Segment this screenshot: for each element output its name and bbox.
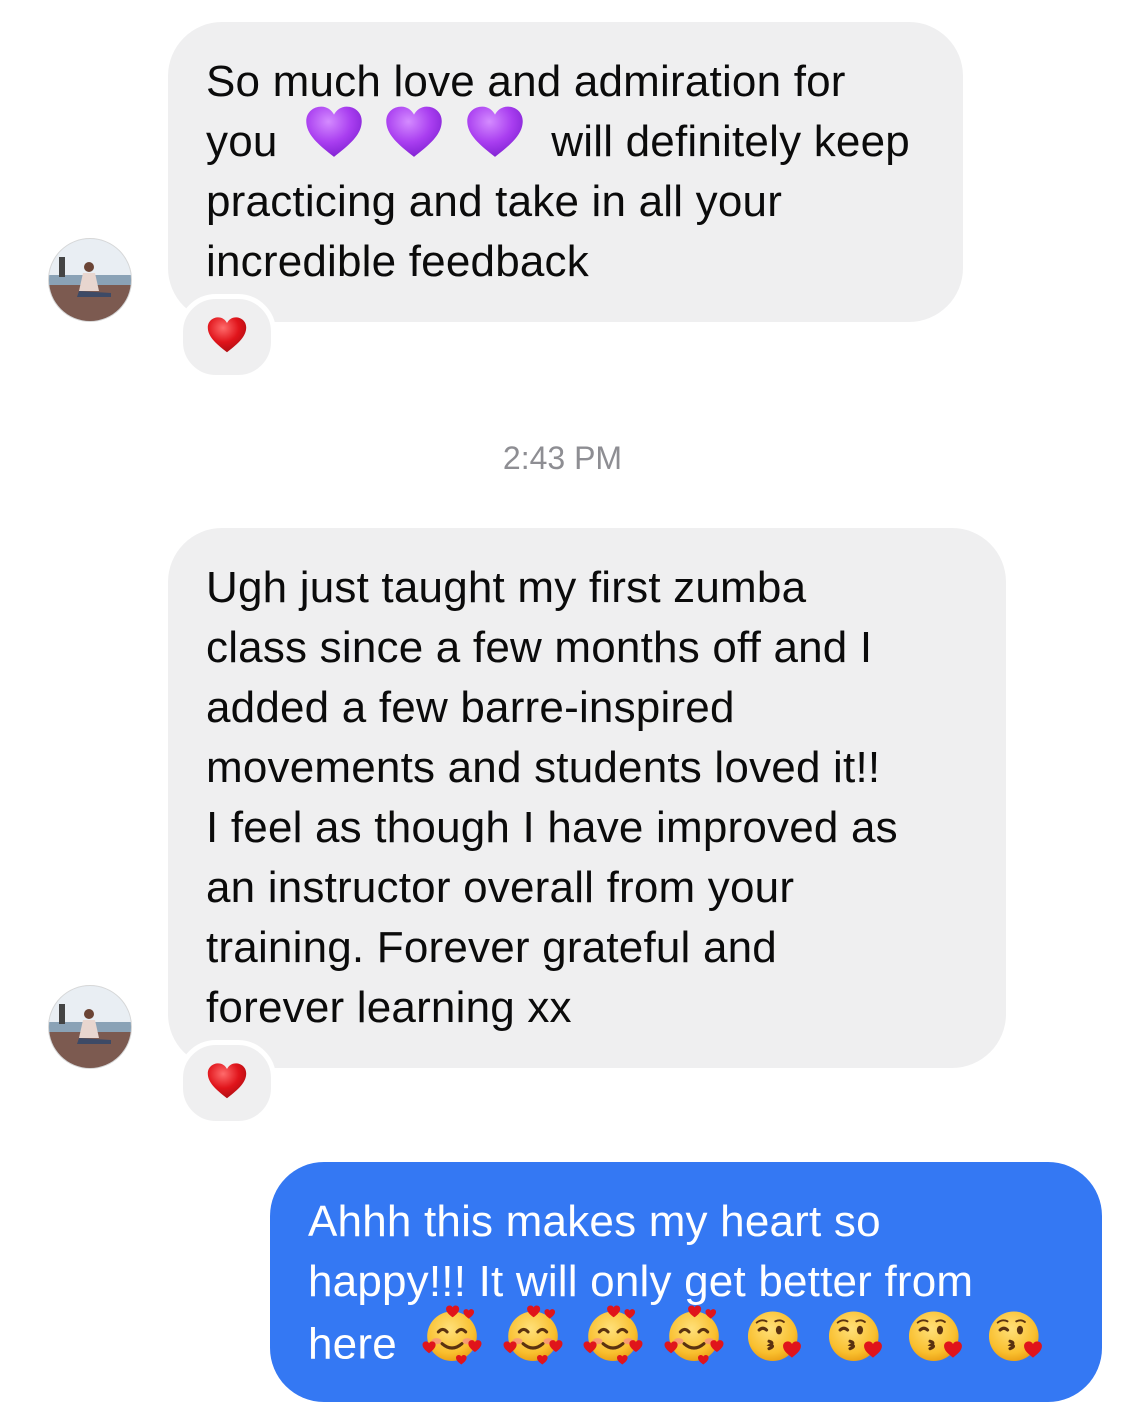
- smiling-face-with-hearts-icon: [421, 1304, 483, 1382]
- purple-heart-icon: [304, 106, 364, 174]
- contact-avatar[interactable]: [48, 238, 132, 322]
- message-line: Ahhh this makes my heart so: [308, 1197, 881, 1246]
- kissing-face-blowing-kiss-icon: [743, 1304, 805, 1382]
- avatar-photo: [49, 986, 131, 1068]
- message-line: forever learning xx: [206, 983, 572, 1032]
- message-word: you: [206, 117, 278, 166]
- message-line: happy!!! It will only get better from: [308, 1257, 974, 1306]
- contact-avatar[interactable]: [48, 985, 132, 1069]
- message-line: class since a few months off and I: [206, 623, 873, 672]
- red-heart-icon: [207, 1063, 247, 1104]
- smiling-face-with-hearts-icon: [582, 1304, 644, 1382]
- kissing-face-blowing-kiss-icon: [824, 1304, 886, 1382]
- smiling-face-with-hearts-icon: [502, 1304, 564, 1382]
- incoming-message-bubble[interactable]: So much love and admiration for you will…: [168, 22, 963, 322]
- message-line-with-emojis: here: [308, 1312, 1064, 1372]
- avatar-photo: [49, 239, 131, 321]
- message-line-with-emojis: you will definitely keep: [206, 112, 925, 172]
- purple-heart-icon: [384, 106, 444, 174]
- message-line: added a few barre-inspired: [206, 683, 735, 732]
- purple-heart-icon: [465, 106, 525, 174]
- message-line: training. Forever grateful and: [206, 923, 777, 972]
- smiling-face-with-hearts-icon: [663, 1304, 725, 1382]
- outgoing-message-bubble[interactable]: Ahhh this makes my heart so happy!!! It …: [270, 1162, 1102, 1402]
- red-heart-icon: [207, 317, 247, 358]
- message-word: here: [308, 1319, 397, 1369]
- kissing-face-blowing-kiss-icon: [904, 1304, 966, 1382]
- message-line: an instructor overall from your: [206, 863, 795, 912]
- message-line: movements and students loved it!!: [206, 743, 881, 792]
- heart-reaction-badge[interactable]: [178, 1040, 276, 1126]
- message-line: So much love and admiration for: [206, 57, 846, 106]
- incoming-message-bubble[interactable]: Ugh just taught my first zumba class sin…: [168, 528, 1006, 1068]
- timestamp: 2:43 PM: [502, 440, 623, 476]
- heart-reaction-badge[interactable]: [178, 294, 276, 380]
- message-line: I feel as though I have improved as: [206, 803, 898, 852]
- message-text: will definitely keep: [551, 117, 910, 166]
- kissing-face-blowing-kiss-icon: [984, 1304, 1046, 1382]
- message-line: practicing and take in all your: [206, 177, 783, 226]
- message-line: Ugh just taught my first zumba: [206, 563, 807, 612]
- message-line: incredible feedback: [206, 237, 589, 286]
